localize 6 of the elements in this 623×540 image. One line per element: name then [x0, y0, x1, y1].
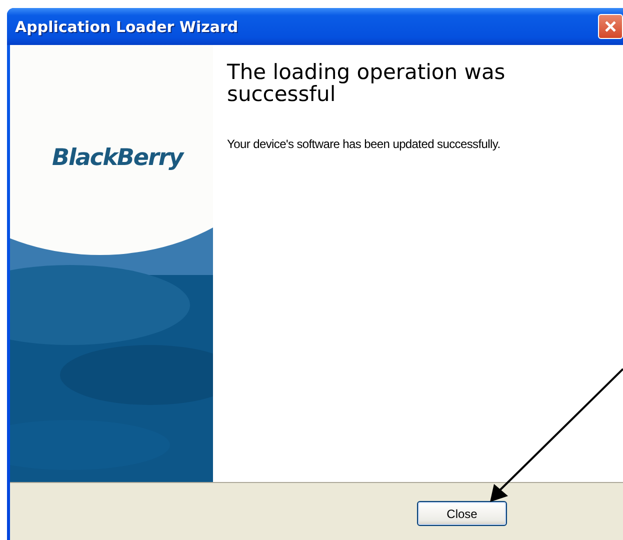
heading: The loading operation was successful [227, 61, 506, 105]
close-button[interactable]: Close [417, 501, 507, 526]
message: Your device's software has been updated successfully. [227, 137, 502, 151]
window-title: Application Loader Wizard [15, 18, 240, 36]
close-icon[interactable] [598, 14, 623, 39]
logo: BlackBerry [52, 145, 183, 171]
